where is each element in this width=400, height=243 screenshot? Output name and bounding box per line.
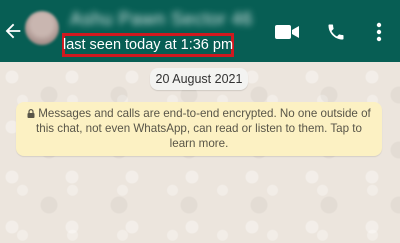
video-camera-icon[interactable]	[274, 22, 300, 42]
encryption-notice[interactable]: Messages and calls are end-to-end encryp…	[16, 102, 382, 156]
lock-icon	[27, 109, 35, 118]
date-label: 20 August 2021	[155, 72, 243, 86]
date-separator: 20 August 2021	[150, 68, 248, 90]
last-seen-text: last seen today at 1:36 pm	[62, 37, 234, 53]
arrow-left-icon[interactable]	[2, 20, 24, 42]
phone-icon[interactable]	[326, 21, 346, 43]
more-vertical-icon[interactable]	[372, 22, 386, 42]
encryption-notice-text: Messages and calls are end-to-end encryp…	[36, 107, 371, 150]
avatar[interactable]	[25, 11, 59, 45]
chat-header: Ashu Pawn Sector 46 last seen today at 1…	[0, 0, 400, 62]
last-seen-status: last seen today at 1:36 pm	[62, 33, 234, 57]
contact-name[interactable]: Ashu Pawn Sector 46	[70, 9, 253, 30]
